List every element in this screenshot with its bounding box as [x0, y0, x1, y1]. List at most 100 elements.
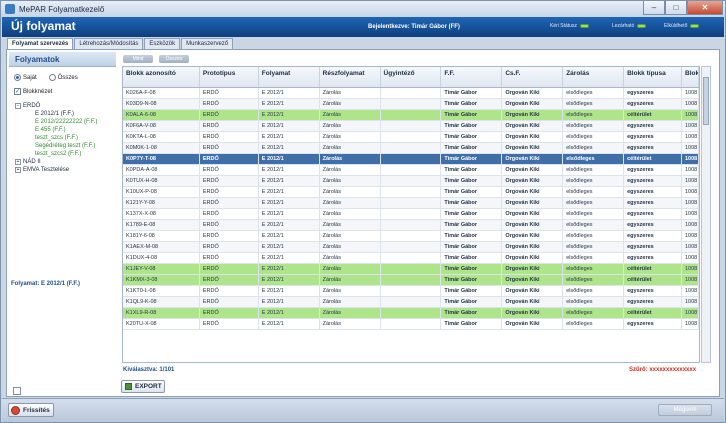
table-cell: 1008 [682, 220, 699, 230]
table-cell [381, 154, 442, 164]
table-cell: Orgován Kiki [502, 132, 564, 142]
column-header[interactable]: Részfolyamat [320, 67, 381, 87]
minimize-button[interactable]: – [643, 1, 665, 15]
table-cell [381, 220, 442, 230]
table-cell: E 2012/1 [259, 176, 320, 186]
table-cell: K10UX-P-08 [123, 187, 200, 197]
table-row[interactable]: K1KT0-L-08 ERDŐ E 2012/1 Zárolás Timár Gábor… [123, 286, 699, 297]
table-cell: ERDŐ [200, 121, 259, 131]
table-row[interactable]: K1789-E-08 ERDŐ E 2012/1 Zárolás Timár Gábor… [123, 220, 699, 231]
tree-node-emva[interactable]: + EMVA Tesztelése [15, 166, 97, 174]
bottom-checkbox[interactable] [13, 387, 21, 395]
table-row[interactable]: K1DUX-4-08 ERDŐ E 2012/1 Zárolás Timár Gábor… [123, 253, 699, 264]
table-cell: ERDŐ [200, 132, 259, 142]
table-cell: K1KT0-L-08 [123, 286, 200, 296]
logged-in-user: Bejelentkezve: Timár Gábor (FF) [368, 24, 460, 30]
table-row[interactable]: K0P7Y-T-08 ERDŐ E 2012/1 Zárolás Timár Gábor… [123, 154, 699, 165]
collapse-icon[interactable]: − [15, 103, 21, 109]
table-cell: ERDŐ [200, 143, 259, 153]
column-header[interactable]: Blokk típusa [624, 67, 682, 87]
table-row[interactable]: K0KTA-L-08 ERDŐ E 2012/1 Zárolás Timár Gábor… [123, 132, 699, 143]
tree-leaf[interactable]: E 455 (F.F.) [15, 126, 97, 134]
table-cell: elsődleges [563, 110, 625, 120]
table-cell: K0F6A-V-08 [123, 121, 200, 131]
table-row[interactable]: K121Y-Y-08 ERDŐ E 2012/1 Zárolás Timár Gábor… [123, 198, 699, 209]
table-cell: Orgován Kiki [502, 253, 564, 263]
table-cell: ERDŐ [200, 198, 259, 208]
table-cell: elsődleges [563, 209, 625, 219]
block-view-checkbox[interactable]: ✓ [14, 88, 21, 95]
column-header[interactable]: Zárolás [563, 67, 625, 87]
table-cell: Orgován Kiki [502, 154, 564, 164]
pill-button-total[interactable]: Összes [159, 55, 189, 63]
column-header[interactable]: F.F. [441, 67, 503, 87]
vertical-scroll-thumb[interactable] [703, 77, 709, 125]
tree-leaf[interactable]: E 2012/22222222 (F.F.) [15, 118, 97, 126]
table-cell: Timár Gábor [441, 319, 503, 329]
table-row[interactable]: K0TUX-H-08 ERDŐ E 2012/1 Zárolás Timár Gábor… [123, 176, 699, 187]
refresh-button[interactable]: Frissítés [8, 403, 54, 417]
maximize-button[interactable]: □ [665, 1, 687, 15]
tree-node-erdo[interactable]: − ERDŐ [15, 102, 97, 110]
table-row[interactable]: K0ALA-6-08 ERDŐ E 2012/1 Zárolás Timár Gábor… [123, 110, 699, 121]
table-cell: elsődleges [563, 198, 625, 208]
table-cell: Orgován Kiki [502, 286, 564, 296]
table-cell: Zárolás [320, 132, 381, 142]
table-cell: elsődleges [563, 220, 625, 230]
table-cell: ERDŐ [200, 275, 259, 285]
table-cell: K0KTA-L-08 [123, 132, 200, 142]
vertical-scrollbar[interactable] [701, 66, 711, 363]
tab-munkaszervezo[interactable]: Munkaszervező [181, 38, 234, 49]
close-button[interactable]: ✕ [687, 1, 723, 15]
table-cell: ERDŐ [200, 165, 259, 175]
table-row[interactable]: K1XL9-R-08 ERDŐ E 2012/1 Zárolás Timár Gábor… [123, 308, 699, 319]
table-row[interactable]: K10UX-P-08 ERDŐ E 2012/1 Zárolás Timár Gábor… [123, 187, 699, 198]
radio-all-label: Összes [57, 74, 78, 81]
table-header: Blokk azonosító Prototípus Folyamat Részfol… [123, 67, 699, 88]
table-cell: Zárolás [320, 88, 381, 98]
column-header[interactable]: Prototípus [200, 67, 259, 87]
tree-node-nad[interactable]: + NÁD II [15, 158, 97, 166]
table-row[interactable]: K026A-F-08 ERDŐ E 2012/1 Zárolás Timár Gábor… [123, 88, 699, 99]
table-cell: 1008 [682, 154, 699, 164]
expand-icon[interactable]: + [15, 159, 21, 165]
table-row[interactable]: K20TU-X-08 ERDŐ E 2012/1 Zárolás Timár Gábor… [123, 319, 699, 330]
export-button[interactable]: EXPORT [121, 380, 165, 393]
table-cell: 1008 [682, 132, 699, 142]
status-indicator-2: Lezárható [612, 23, 647, 29]
column-header[interactable]: Blokk [682, 67, 699, 87]
expand-icon[interactable]: + [15, 167, 21, 173]
table-row[interactable]: K137X-X-08 ERDŐ E 2012/1 Zárolás Timár Gábor… [123, 209, 699, 220]
table-row[interactable]: K03D9-N-08 ERDŐ E 2012/1 Zárolás Timár Gábor… [123, 99, 699, 110]
column-header[interactable]: Folyamat [259, 67, 320, 87]
radio-all[interactable] [48, 74, 56, 81]
column-header[interactable]: Ügyintéző [381, 67, 442, 87]
tree-leaf[interactable]: E 2012/1 (F.F.) [15, 110, 97, 118]
table-row[interactable]: K1QL9-K-08 ERDŐ E 2012/1 Zárolás Timár Gábor… [123, 297, 699, 308]
table-cell: Timár Gábor [441, 110, 503, 120]
table-cell: egyszeres [624, 99, 682, 109]
header-bar: Új folyamat Bejelentkezve: Timár Gábor (… [2, 17, 724, 37]
tab-letrehozas-modositas[interactable]: Létrehozás/Módosítás [74, 38, 144, 49]
table-row[interactable]: K1KMX-3-08 ERDŐ E 2012/1 Zárolás Timár Gábor… [123, 275, 699, 286]
table-row[interactable]: K1JEY-V-08 ERDŐ E 2012/1 Zárolás Timár Gábor… [123, 264, 699, 275]
table-row[interactable]: K1AEX-M-08 ERDŐ E 2012/1 Zárolás Timár Gábor… [123, 242, 699, 253]
column-header[interactable]: Blokk azonosító [123, 67, 200, 87]
table-row[interactable]: K0F6A-V-08 ERDŐ E 2012/1 Zárolás Timár Gábor… [123, 121, 699, 132]
table-cell [381, 165, 442, 175]
radio-own[interactable] [14, 74, 21, 81]
table-row[interactable]: K0PDA-A-08 ERDŐ E 2012/1 Zárolás Timár Gábor… [123, 165, 699, 176]
table-row[interactable]: K181Y-6-08 ERDŐ E 2012/1 Zárolás Timár Gábor… [123, 231, 699, 242]
table-cell: elsődleges [563, 275, 625, 285]
table-cell: egyszeres [624, 209, 682, 219]
pill-button-all[interactable]: Mind [123, 55, 153, 63]
tree-leaf[interactable]: Segédréteg teszt (F.F.) [15, 142, 97, 150]
tree-leaf[interactable]: teszt_szcs2 (F.F.) [15, 150, 97, 158]
cancel-button[interactable]: Mégsem [658, 404, 712, 416]
tab-eszkozok[interactable]: Eszközök [144, 38, 181, 49]
table-cell: K121Y-Y-08 [123, 198, 200, 208]
table-cell: K0PDA-A-08 [123, 165, 200, 175]
tree-leaf[interactable]: teszt_szcs (F.F.) [15, 134, 97, 142]
table-row[interactable]: K0M0K-1-08 ERDŐ E 2012/1 Zárolás Timár Gábor… [123, 143, 699, 154]
column-header[interactable]: Cs.F. [502, 67, 564, 87]
